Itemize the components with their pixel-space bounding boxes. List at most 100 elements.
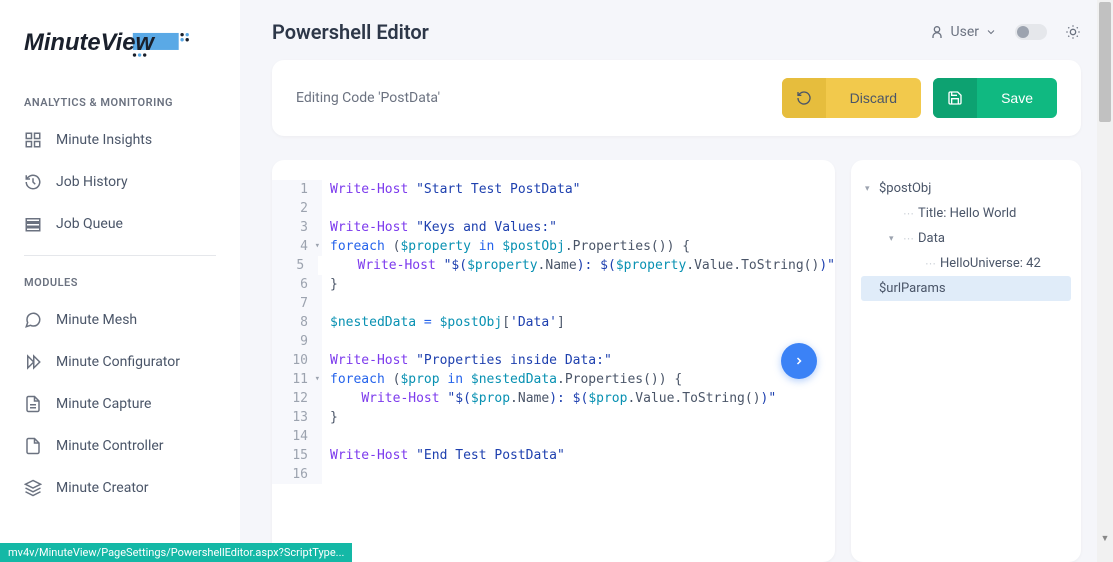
sidebar: MinuteView ANALYTICS & MONITORING Minute…	[0, 0, 240, 562]
code-line[interactable]: 13}	[272, 408, 835, 427]
dashboard-icon	[24, 131, 42, 149]
sidebar-item-creator[interactable]: Minute Creator	[0, 467, 240, 509]
nav-label: Minute Controller	[56, 438, 164, 454]
tree-item[interactable]: ⋯HelloUniverse: 42	[861, 251, 1071, 276]
code-content	[322, 332, 330, 351]
button-label: Discard	[826, 78, 921, 118]
code-line[interactable]: 10Write-Host "Properties inside Data:"	[272, 351, 835, 370]
fold-toggle-icon[interactable]: ▾	[315, 370, 320, 389]
tree-connector: ⋯	[925, 257, 936, 270]
line-number: 16	[272, 465, 322, 484]
line-number: 11▾	[272, 370, 322, 389]
section-analytics-label: ANALYTICS & MONITORING	[0, 86, 240, 119]
header-actions: User	[929, 24, 1081, 40]
code-editor[interactable]: 1Write-Host "Start Test PostData"23Write…	[272, 180, 835, 484]
scroll-down-arrow[interactable]: ▼	[1097, 530, 1113, 546]
nav-label: Minute Configurator	[56, 354, 180, 370]
code-content: Write-Host "End Test PostData"	[322, 446, 565, 465]
code-line[interactable]: 2	[272, 199, 835, 218]
code-line[interactable]: 7	[272, 294, 835, 313]
user-icon	[929, 24, 945, 40]
history-icon	[24, 173, 42, 191]
code-line[interactable]: 14	[272, 427, 835, 446]
queue-icon	[24, 215, 42, 233]
line-number: 15	[272, 446, 322, 465]
section-modules-label: MODULES	[0, 266, 240, 299]
line-number: 13	[272, 408, 322, 427]
chevron-down-icon	[985, 26, 997, 38]
user-label: User	[951, 24, 979, 40]
scroll-thumb[interactable]	[1099, 2, 1111, 122]
user-menu[interactable]: User	[929, 24, 997, 40]
code-line[interactable]: 6}	[272, 275, 835, 294]
line-number: 4▾	[272, 237, 322, 256]
button-label: Save	[977, 78, 1057, 118]
tree-item-label: Title: Hello World	[918, 206, 1016, 221]
editing-label: Editing Code 'PostData'	[296, 90, 440, 106]
status-bar: mv4v/MinuteView/PageSettings/PowershellE…	[0, 543, 352, 562]
svg-text:MinuteView: MinuteView	[24, 29, 156, 56]
nav-label: Job Queue	[56, 216, 123, 232]
forward-icon	[24, 353, 42, 371]
sidebar-item-configurator[interactable]: Minute Configurator	[0, 341, 240, 383]
code-content	[322, 465, 330, 484]
code-content	[322, 199, 330, 218]
sidebar-divider	[24, 255, 216, 256]
run-button[interactable]	[781, 343, 817, 379]
line-number: 1	[272, 180, 322, 199]
undo-icon	[782, 78, 826, 118]
tree-item-label: $urlParams	[879, 281, 946, 296]
sidebar-item-mesh[interactable]: Minute Mesh	[0, 299, 240, 341]
header: Powershell Editor User	[240, 0, 1113, 60]
nav-label: Minute Creator	[56, 480, 149, 496]
line-number: 14	[272, 427, 322, 446]
tree-item-label: Data	[918, 231, 945, 246]
code-line[interactable]: 11▾foreach ($prop in $nestedData.Propert…	[272, 370, 835, 389]
sun-icon	[1065, 24, 1081, 40]
nav-label: Minute Capture	[56, 396, 151, 412]
code-editor-panel: 1Write-Host "Start Test PostData"23Write…	[272, 160, 835, 562]
code-line[interactable]: 16	[272, 465, 835, 484]
tree-item[interactable]: ▾$postObj	[861, 176, 1071, 201]
code-line[interactable]: 8$nestedData = $postObj['Data']	[272, 313, 835, 332]
discard-button[interactable]: Discard	[782, 78, 921, 118]
line-number: 7	[272, 294, 322, 313]
line-number: 3	[272, 218, 322, 237]
vertical-scrollbar[interactable]: ▲ ▼	[1097, 0, 1113, 562]
code-content: $nestedData = $postObj['Data']	[322, 313, 565, 332]
layers-icon	[24, 479, 42, 497]
content-area: 1Write-Host "Start Test PostData"23Write…	[240, 160, 1113, 562]
code-content: Write-Host "$($property.Name): $($proper…	[318, 256, 835, 275]
code-line[interactable]: 9	[272, 332, 835, 351]
tree-item[interactable]: ▾⋯Data	[861, 226, 1071, 251]
tree-item[interactable]: ⋯ Title: Hello World	[861, 201, 1071, 226]
sidebar-item-insights[interactable]: Minute Insights	[0, 119, 240, 161]
code-line[interactable]: 12 Write-Host "$($prop.Name): $($prop.Va…	[272, 389, 835, 408]
sidebar-item-job-history[interactable]: Job History	[0, 161, 240, 203]
save-button[interactable]: Save	[933, 78, 1057, 118]
code-line[interactable]: 4▾foreach ($property in $postObj.Propert…	[272, 237, 835, 256]
line-number: 2	[272, 199, 322, 218]
tree-connector: ⋯	[903, 207, 914, 220]
line-number: 8	[272, 313, 322, 332]
sidebar-item-controller[interactable]: Minute Controller	[0, 425, 240, 467]
nav-label: Job History	[56, 174, 128, 190]
sidebar-item-job-queue[interactable]: Job Queue	[0, 203, 240, 245]
code-line[interactable]: 5 Write-Host "$($property.Name): $($prop…	[272, 256, 835, 275]
file-icon	[24, 437, 42, 455]
code-content: Write-Host "Start Test PostData"	[322, 180, 580, 199]
brand-logo: MinuteView	[0, 16, 240, 86]
fold-toggle-icon[interactable]: ▾	[315, 237, 320, 256]
sidebar-item-capture[interactable]: Minute Capture	[0, 383, 240, 425]
save-icon	[933, 78, 977, 118]
code-line[interactable]: 3Write-Host "Keys and Values:"	[272, 218, 835, 237]
code-line[interactable]: 15Write-Host "End Test PostData"	[272, 446, 835, 465]
object-tree-panel: ▾$postObj⋯Title: Hello World▾⋯Data⋯Hello…	[851, 160, 1081, 562]
code-line[interactable]: 1Write-Host "Start Test PostData"	[272, 180, 835, 199]
tree-item[interactable]: $urlParams	[861, 276, 1071, 301]
theme-toggle[interactable]	[1015, 24, 1047, 40]
tree-toggle-icon[interactable]: ▾	[889, 234, 899, 244]
tree-toggle-icon[interactable]: ▾	[865, 184, 875, 194]
code-content	[322, 294, 330, 313]
toolbar-buttons: Discard Save	[782, 78, 1057, 118]
